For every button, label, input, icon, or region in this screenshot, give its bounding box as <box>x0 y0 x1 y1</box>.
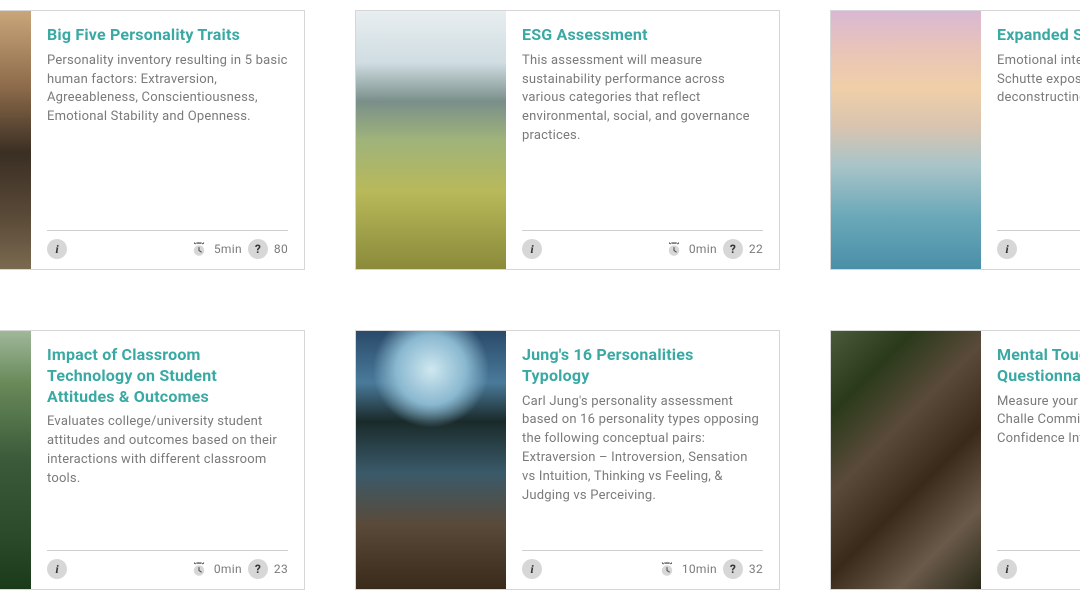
card-description: This assessment will measure sustainabil… <box>522 52 763 146</box>
question-icon[interactable]: ? <box>723 559 743 579</box>
grid-row: Big Five Personality Traits Personality … <box>0 10 1080 270</box>
grid-row: Impact of Classroom Technology on Studen… <box>0 330 1080 590</box>
assessment-card[interactable]: Mental Toughness Questionnaire (M Measur… <box>830 330 1080 590</box>
duration-text: 0min <box>689 242 717 256</box>
card-title: Jung's 16 Personalities Typology <box>522 345 763 387</box>
card-body: ESG Assessment This assessment will meas… <box>506 11 779 269</box>
card-footer: i 0min ? 22 <box>522 230 763 259</box>
assessment-grid: Big Five Personality Traits Personality … <box>0 0 1080 590</box>
question-icon[interactable]: ? <box>248 559 268 579</box>
clock-icon <box>190 240 208 258</box>
card-footer: i 0min ? 23 <box>47 550 288 579</box>
card-body: Big Five Personality Traits Personality … <box>31 11 304 269</box>
card-footer: i 10min ? 32 <box>522 550 763 579</box>
info-icon[interactable]: i <box>522 559 542 579</box>
duration-text: 0min <box>214 562 242 576</box>
card-description: Personality inventory resulting in 5 bas… <box>47 52 288 127</box>
info-icon[interactable]: i <box>47 239 67 259</box>
card-title: Impact of Classroom Technology on Studen… <box>47 345 288 407</box>
duration-text: 5min <box>214 242 242 256</box>
info-icon[interactable]: i <box>997 239 1017 259</box>
card-title: Expanded Schutte EI Test <box>997 25 1080 46</box>
question-count: 22 <box>749 242 763 256</box>
question-count: 80 <box>274 242 288 256</box>
question-icon[interactable]: ? <box>248 239 268 259</box>
card-body: Jung's 16 Personalities Typology Carl Ju… <box>506 331 779 589</box>
assessment-card[interactable]: ESG Assessment This assessment will meas… <box>355 10 780 270</box>
card-description: Carl Jung's personality assessment based… <box>522 393 763 506</box>
duration-text: 10min <box>682 562 717 576</box>
clock-icon <box>658 560 676 578</box>
card-image <box>0 331 31 589</box>
card-body: Expanded Schutte EI Test Emotional intel… <box>981 11 1080 269</box>
card-image <box>356 11 506 269</box>
card-body: Impact of Classroom Technology on Studen… <box>31 331 304 589</box>
card-title: ESG Assessment <box>522 25 763 46</box>
card-body: Mental Toughness Questionnaire (M Measur… <box>981 331 1080 589</box>
card-footer: i 5min ? 80 <box>47 230 288 259</box>
card-image <box>831 331 981 589</box>
clock-icon <box>665 240 683 258</box>
card-footer: i <box>997 230 1080 259</box>
assessment-card[interactable]: Jung's 16 Personalities Typology Carl Ju… <box>355 330 780 590</box>
card-title: Big Five Personality Traits <box>47 25 288 46</box>
clock-icon <box>190 560 208 578</box>
question-icon[interactable]: ? <box>723 239 743 259</box>
card-description: Measure your mental describes it as Chal… <box>997 393 1080 450</box>
card-image <box>0 11 31 269</box>
assessment-card[interactable]: Big Five Personality Traits Personality … <box>0 10 305 270</box>
info-icon[interactable]: i <box>47 559 67 579</box>
info-icon[interactable]: i <box>997 559 1017 579</box>
card-footer: i <box>997 550 1080 579</box>
question-count: 32 <box>749 562 763 576</box>
question-count: 23 <box>274 562 288 576</box>
assessment-card[interactable]: Impact of Classroom Technology on Studen… <box>0 330 305 590</box>
assessment-card[interactable]: Expanded Schutte EI Test Emotional intel… <box>830 10 1080 270</box>
card-description: Emotional intelligence on the work of Sc… <box>997 52 1080 109</box>
card-title: Mental Toughness Questionnaire (M <box>997 345 1080 387</box>
card-image <box>356 331 506 589</box>
card-description: Evaluates college/university student att… <box>47 413 288 488</box>
card-image <box>831 11 981 269</box>
info-icon[interactable]: i <box>522 239 542 259</box>
